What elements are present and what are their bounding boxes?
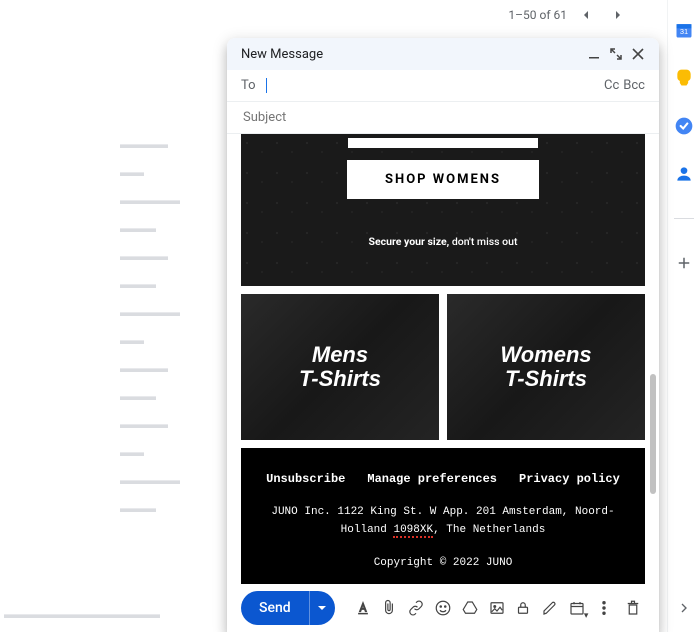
tasks-icon[interactable] <box>674 116 694 136</box>
mens-tshirts-tile[interactable]: MensT-Shirts <box>241 294 439 440</box>
footer-copyright: Copyright © 2022 JUNO <box>251 557 635 569</box>
subject-input[interactable] <box>241 109 645 126</box>
bcc-button[interactable]: Bcc <box>623 78 645 93</box>
footer-obscured: ▬▬▬▬▬▬▬▬▬▬▬▬▬ <box>0 604 200 624</box>
next-page-button[interactable] <box>605 2 631 28</box>
category-tiles: MensT-Shirts WomensT-Shirts <box>241 294 645 440</box>
drive-icon[interactable] <box>457 595 482 621</box>
more-options-icon[interactable] <box>591 595 616 621</box>
side-panel: 31 <box>668 0 700 632</box>
collapse-panel-icon[interactable] <box>674 598 694 618</box>
shop-button-partial[interactable] <box>348 138 538 148</box>
signature-icon[interactable] <box>538 595 563 621</box>
send-options-button[interactable] <box>309 591 335 625</box>
add-icon[interactable] <box>674 253 694 273</box>
close-icon[interactable] <box>627 43 649 65</box>
shop-womens-button[interactable]: SHOP WOMENS <box>347 160 539 199</box>
attach-icon[interactable] <box>377 595 402 621</box>
email-content: SHOP WOMENS Secure your size, don't miss… <box>241 134 645 584</box>
email-footer: Unsubscribe Manage preferences Privacy p… <box>241 448 645 584</box>
footer-address: JUNO Inc. 1122 King St. W App. 201 Amste… <box>251 504 635 539</box>
secure-text: Secure your size, don't miss out <box>241 235 645 248</box>
compose-window: New Message To Cc Bcc SHOP WOMENS Secure… <box>227 38 659 632</box>
calendar-icon[interactable]: 31 <box>674 20 694 40</box>
pagination-range: 1–50 of 61 <box>508 8 567 22</box>
discard-icon[interactable] <box>620 595 645 621</box>
compose-title: New Message <box>241 47 583 62</box>
formatting-icon[interactable] <box>350 595 375 621</box>
subject-row[interactable] <box>227 102 659 134</box>
prev-page-button[interactable] <box>573 2 599 28</box>
to-row[interactable]: To Cc Bcc <box>227 70 659 102</box>
pagination: 1–50 of 61 <box>508 2 631 28</box>
image-icon[interactable] <box>484 595 509 621</box>
svg-text:31: 31 <box>680 27 688 36</box>
send-button[interactable]: Send <box>241 591 309 625</box>
emoji-icon[interactable] <box>431 595 456 621</box>
manage-preferences-link[interactable]: Manage preferences <box>367 472 497 486</box>
schedule-icon[interactable]: ▾ <box>565 595 590 621</box>
hero-banner: SHOP WOMENS Secure your size, don't miss… <box>241 134 645 286</box>
cc-button[interactable]: Cc <box>604 78 619 93</box>
unsubscribe-link[interactable]: Unsubscribe <box>266 472 345 486</box>
compose-body[interactable]: SHOP WOMENS Secure your size, don't miss… <box>227 134 659 584</box>
minimize-icon[interactable] <box>583 43 605 65</box>
to-input[interactable] <box>267 77 600 94</box>
contacts-icon[interactable] <box>674 164 694 184</box>
send-button-group: Send <box>241 591 335 625</box>
inbox-list-obscured: ▬▬▬▬▬▬▬▬▬▬▬▬▬▬▬▬▬▬ ▬▬▬▬▬▬▬▬▬▬▬▬▬▬▬▬▬ ▬▬▬… <box>120 130 230 522</box>
confidential-icon[interactable] <box>511 595 536 621</box>
keep-icon[interactable] <box>674 68 694 88</box>
side-panel-separator <box>674 218 694 219</box>
privacy-policy-link[interactable]: Privacy policy <box>519 472 620 486</box>
compose-header[interactable]: New Message <box>227 38 659 70</box>
to-label: To <box>241 78 256 93</box>
fullscreen-icon[interactable] <box>605 43 627 65</box>
footer-links: Unsubscribe Manage preferences Privacy p… <box>251 472 635 486</box>
link-icon[interactable] <box>404 595 429 621</box>
scrollbar-thumb[interactable] <box>650 374 656 494</box>
womens-tshirts-tile[interactable]: WomensT-Shirts <box>447 294 645 440</box>
compose-toolbar: Send ▾ <box>227 584 659 632</box>
